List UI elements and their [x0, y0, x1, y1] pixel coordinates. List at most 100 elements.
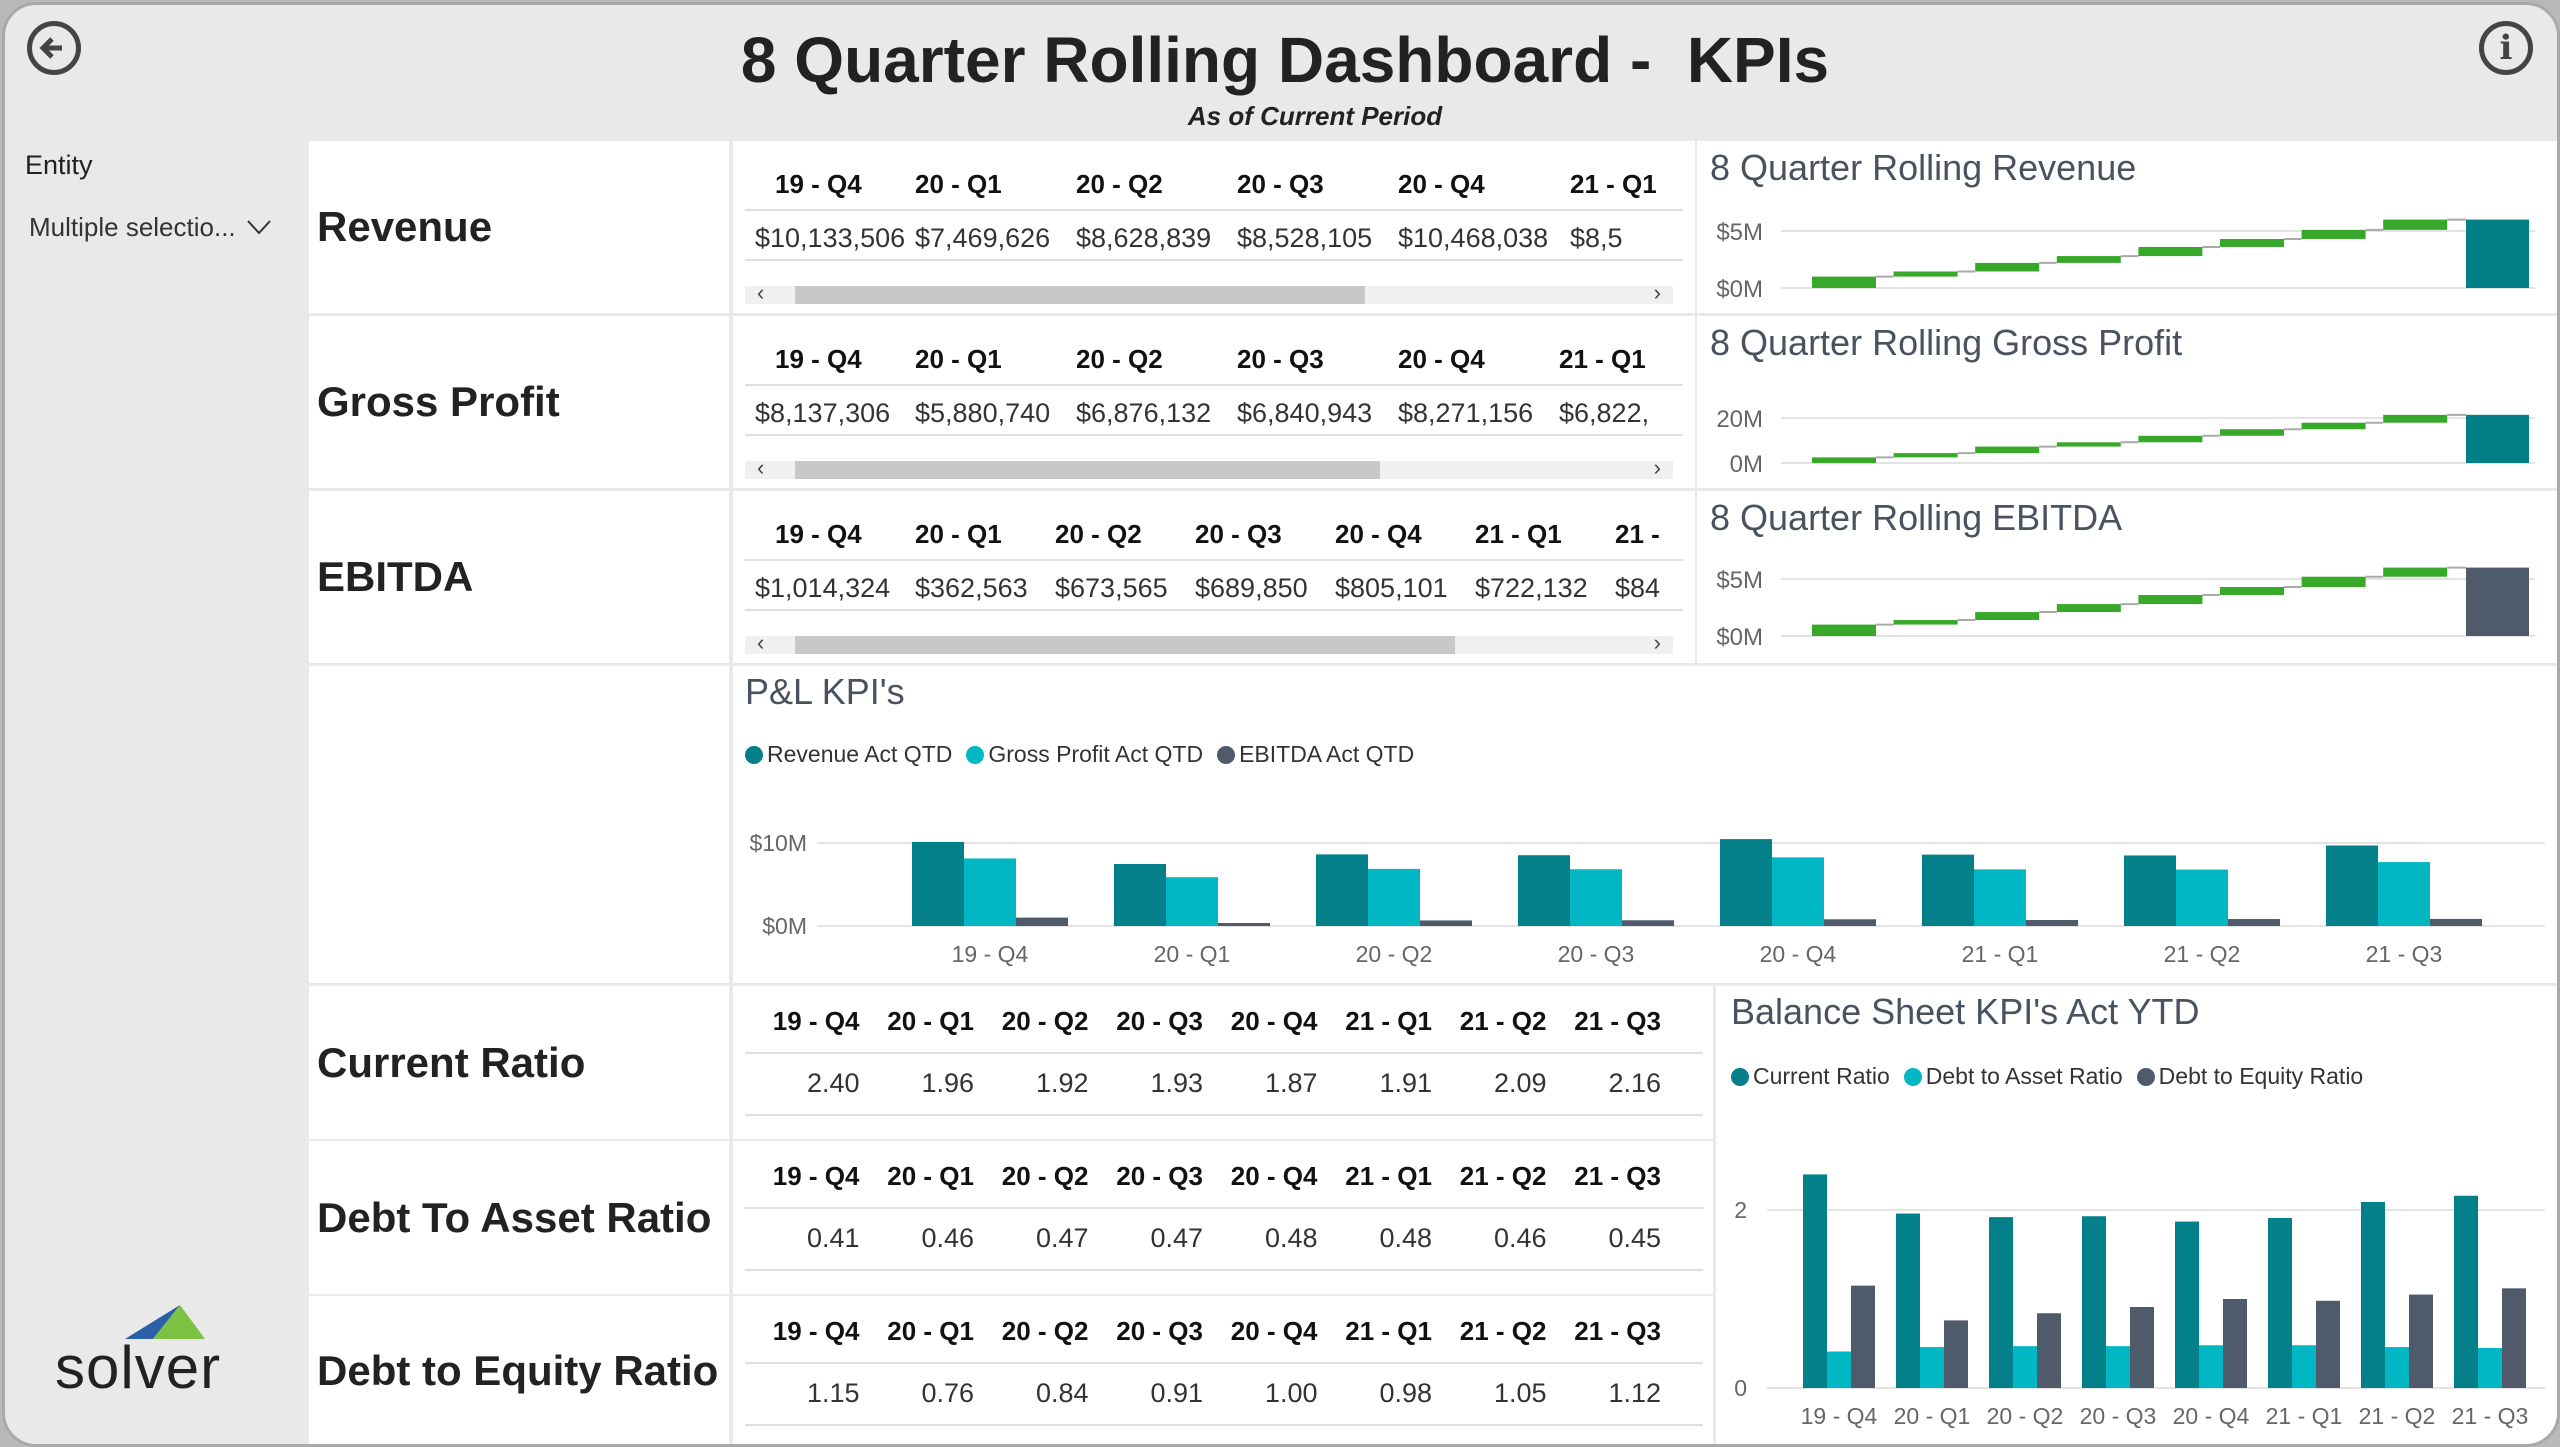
bar — [912, 841, 964, 926]
waterfall-step-bar — [1893, 271, 1958, 277]
waterfall-total-bar — [2466, 567, 2529, 636]
bar — [1720, 839, 1772, 926]
x-tick-label: 21 - Q1 — [2266, 1403, 2343, 1429]
bar — [1974, 869, 2026, 926]
bar — [2502, 1288, 2526, 1388]
waterfall-step-bar — [2383, 219, 2448, 230]
bar — [1570, 869, 1622, 926]
charts-layer: $5M$0M20M0M$5M$0M$10M$0M19 - Q4 20 - Q1 20… — [749, 218, 2545, 1429]
waterfall-step-bar — [1893, 453, 1958, 458]
waterfall-step-bar — [2220, 586, 2284, 595]
waterfall-step-bar — [1975, 446, 2040, 454]
waterfall-step-bar — [2056, 256, 2121, 263]
x-tick-label: 21 - Q3 — [2452, 1403, 2529, 1429]
bar — [1518, 855, 1570, 926]
waterfall-step-bar — [2138, 594, 2203, 605]
bar — [2326, 845, 2378, 926]
x-tick-label: 20 - Q1 — [1154, 941, 1231, 967]
waterfall-step-bar — [1975, 262, 2040, 272]
waterfall-step-bar — [2301, 576, 2366, 587]
bar — [2124, 855, 2176, 926]
bar — [2082, 1216, 2106, 1388]
y-tick-label: $0M — [1716, 624, 1763, 651]
bar — [1989, 1217, 2013, 1388]
waterfall-step-bar — [2138, 246, 2203, 257]
bar — [2228, 919, 2280, 926]
bar — [2037, 1313, 2061, 1388]
bar — [2378, 862, 2430, 926]
bar — [2361, 1201, 2385, 1388]
bar — [1803, 1174, 1827, 1388]
bar — [1420, 920, 1472, 926]
bar — [2385, 1347, 2409, 1388]
y-tick-label: $0M — [1716, 276, 1763, 303]
x-tick-label: 21 - Q2 — [2359, 1403, 2436, 1429]
x-tick-label: 19 - Q4 — [1801, 1403, 1878, 1429]
bar — [2130, 1307, 2154, 1388]
bar — [964, 858, 1016, 926]
x-tick-label: 20 - Q4 — [1760, 941, 1837, 967]
x-tick-label: 20 - Q4 — [2173, 1403, 2250, 1429]
bar — [1166, 877, 1218, 926]
bar — [1922, 854, 1974, 926]
y-tick-label: $10M — [749, 830, 807, 856]
bar — [1772, 857, 1824, 926]
bar — [2268, 1218, 2292, 1388]
bar — [1944, 1320, 1968, 1388]
x-tick-label: 20 - Q1 — [1894, 1403, 1971, 1429]
y-tick-label: $0M — [762, 913, 807, 939]
bar — [2223, 1299, 2247, 1388]
bar — [1016, 917, 1068, 926]
waterfall-step-bar — [1893, 620, 1958, 625]
bar — [1851, 1285, 1875, 1388]
x-tick-label: 20 - Q2 — [1987, 1403, 2064, 1429]
waterfall-step-bar — [2220, 429, 2284, 436]
x-tick-label: 20 - Q3 — [1558, 941, 1635, 967]
bar — [2199, 1345, 2223, 1388]
bar — [2409, 1294, 2433, 1388]
waterfall-step-bar — [2383, 414, 2448, 423]
bar — [1316, 854, 1368, 926]
bar — [1368, 868, 1420, 926]
y-tick-label: 2 — [1734, 1197, 1747, 1223]
bar — [2430, 918, 2482, 926]
bar — [1824, 919, 1876, 926]
bar — [1218, 923, 1270, 926]
waterfall-total-bar — [2466, 219, 2529, 288]
waterfall-step-bar — [2056, 604, 2121, 613]
waterfall-step-bar — [2301, 229, 2366, 239]
y-tick-label: $5M — [1716, 219, 1763, 246]
x-tick-label: 21 - Q1 — [1962, 941, 2039, 967]
waterfall-step-bar — [2383, 567, 2448, 577]
bar — [2026, 920, 2078, 926]
y-tick-label: 0M — [1730, 451, 1763, 478]
bar — [1827, 1351, 1851, 1388]
bar — [1114, 863, 1166, 926]
bar — [2478, 1347, 2502, 1388]
waterfall-total-bar — [2466, 414, 2529, 463]
bar — [1622, 920, 1674, 926]
y-tick-label: 20M — [1716, 406, 1763, 433]
bar — [1896, 1213, 1920, 1388]
x-tick-label: 20 - Q3 — [2080, 1403, 2157, 1429]
bar — [2176, 869, 2228, 926]
x-tick-label: 21 - Q2 — [2164, 941, 2241, 967]
waterfall-step-bar — [2301, 422, 2366, 430]
bar — [2175, 1221, 2199, 1388]
dashboard-frame: i 8 Quarter Rolling Dashboard - KPIs As … — [2, 2, 2560, 1447]
bar — [2106, 1346, 2130, 1388]
waterfall-step-bar — [1812, 276, 1876, 288]
y-tick-label: 0 — [1734, 1375, 1747, 1401]
x-tick-label: 21 - Q3 — [2366, 941, 2443, 967]
x-tick-label: 19 - Q4 — [952, 941, 1029, 967]
bar — [1920, 1347, 1944, 1388]
waterfall-step-bar — [2220, 238, 2284, 247]
waterfall-step-bar — [1975, 612, 2040, 621]
bar — [2013, 1346, 2037, 1388]
bar — [2316, 1300, 2340, 1388]
y-tick-label: $5M — [1716, 567, 1763, 594]
waterfall-step-bar — [1812, 624, 1876, 636]
bar — [2454, 1195, 2478, 1388]
waterfall-step-bar — [1812, 457, 1876, 463]
x-tick-label: 20 - Q2 — [1356, 941, 1433, 967]
